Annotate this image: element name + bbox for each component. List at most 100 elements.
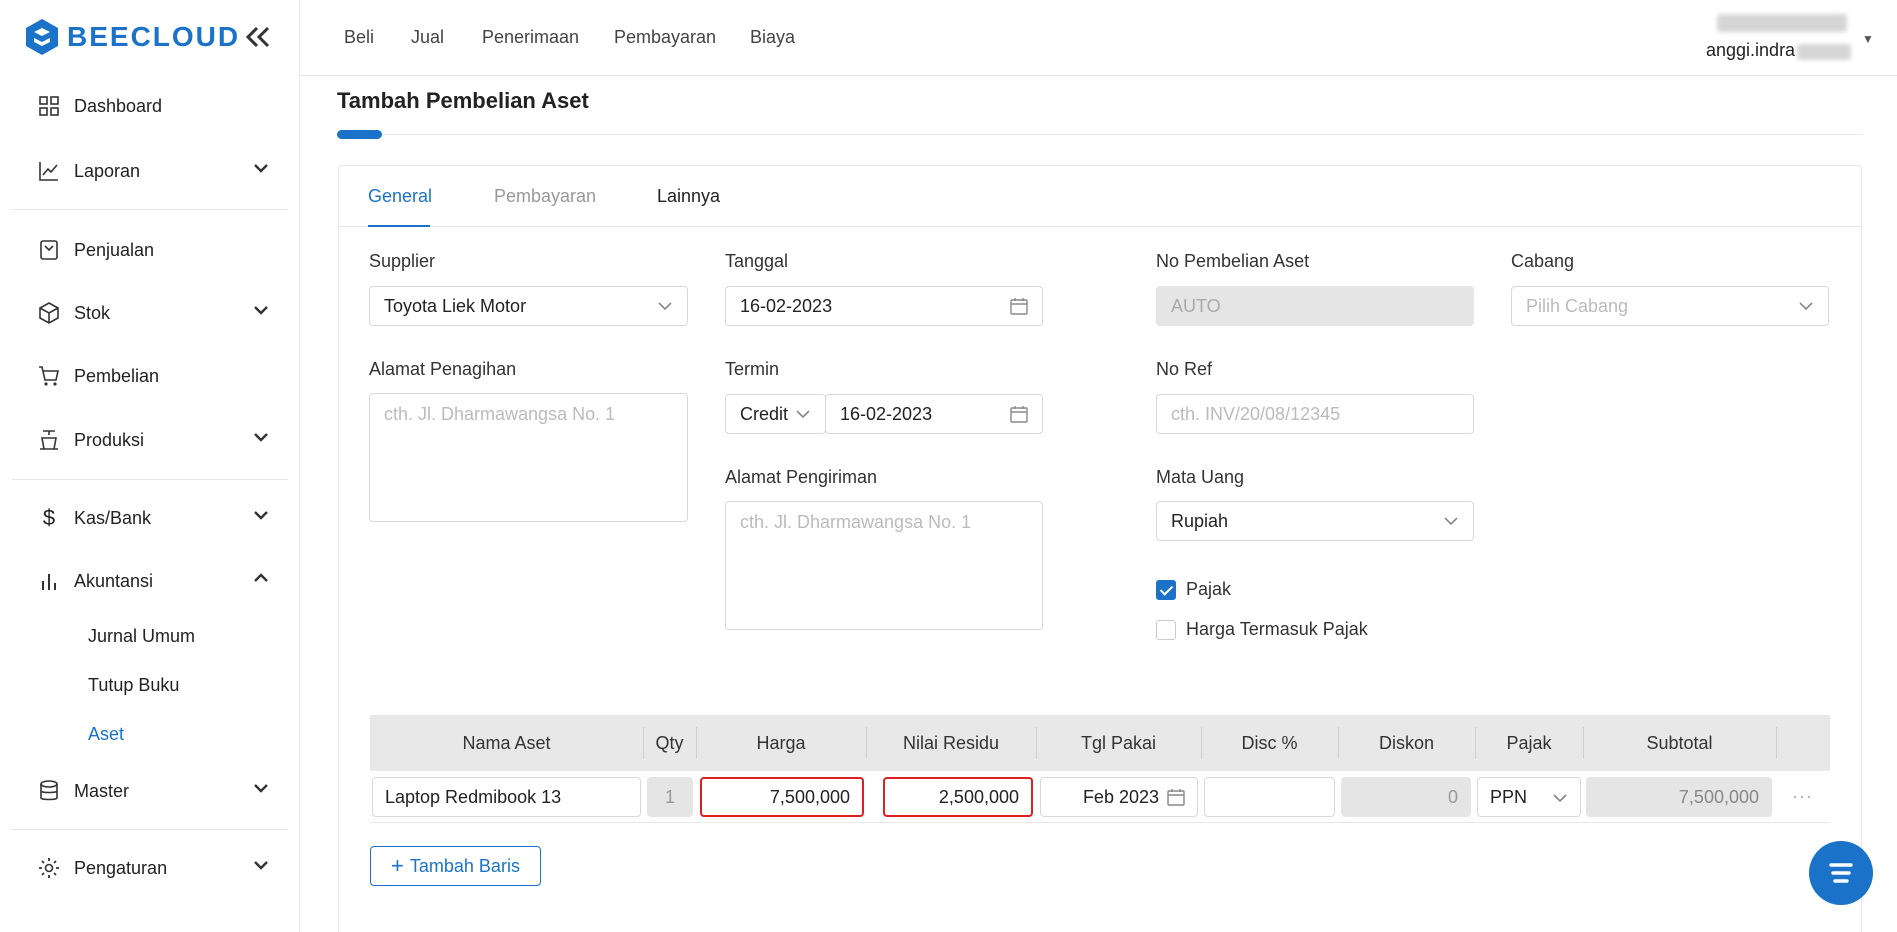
- sidebar-item-produksi[interactable]: Produksi: [38, 425, 268, 455]
- mata-uang-select[interactable]: Rupiah: [1156, 501, 1474, 541]
- topnav-penerimaan[interactable]: Penerimaan: [482, 27, 579, 48]
- header-separator: [866, 727, 867, 759]
- termin-type-value: Credit: [740, 403, 789, 424]
- user-company-redacted: [1717, 14, 1847, 32]
- termin-date-value: 16-02-2023: [840, 403, 933, 424]
- topnav-beli[interactable]: Beli: [344, 27, 374, 48]
- tab-general[interactable]: General: [368, 186, 432, 207]
- column-header-disc-pct: Disc %: [1201, 715, 1338, 771]
- supplier-select[interactable]: Toyota Liek Motor: [369, 286, 688, 326]
- sidebar-item-pengaturan[interactable]: Pengaturan: [38, 853, 268, 883]
- row-nama-aset-input[interactable]: Laptop Redmibook 13: [372, 777, 641, 817]
- sidebar-item-pembelian[interactable]: Pembelian: [38, 361, 268, 391]
- sidebar-divider: [12, 829, 288, 830]
- sidebar-item-label: Kas/Bank: [74, 507, 152, 528]
- row-subtotal-value: 7,500,000: [1586, 777, 1772, 817]
- chevron-down-icon: [1444, 517, 1458, 526]
- alamat-pengiriman-label: Alamat Pengiriman: [725, 467, 878, 487]
- no-pembelian-input: AUTO: [1156, 286, 1474, 326]
- sidebar-item-akuntansi[interactable]: Akuntansi: [38, 566, 268, 596]
- gear-icon: [38, 857, 60, 879]
- bar-chart-icon: [38, 570, 60, 592]
- sidebar-divider: [12, 479, 288, 480]
- row-qty-input: 1: [647, 777, 693, 817]
- column-header-subtotal: Subtotal: [1583, 715, 1776, 771]
- tab-lainnya[interactable]: Lainnya: [657, 186, 720, 207]
- cabang-select[interactable]: Pilih Cabang: [1511, 286, 1829, 326]
- column-header-nilai-residu: Nilai Residu: [866, 715, 1036, 771]
- plus-icon: +: [391, 853, 404, 878]
- sidebar-item-label: Master: [74, 780, 130, 801]
- row-pajak-select[interactable]: PPN: [1477, 777, 1581, 817]
- header-separator: [1583, 727, 1584, 759]
- sidebar-item-master[interactable]: Master: [38, 776, 268, 806]
- column-header-pajak: Pajak: [1475, 715, 1583, 771]
- alamat-penagihan-label: Alamat Penagihan: [369, 359, 517, 379]
- calendar-icon: [1010, 298, 1028, 315]
- mata-uang-value: Rupiah: [1171, 510, 1229, 531]
- row-more-icon[interactable]: ···: [1792, 786, 1813, 807]
- row-nilai-residu-input[interactable]: 2,500,000: [883, 777, 1033, 817]
- topnav-biaya[interactable]: Biaya: [750, 27, 795, 48]
- topnav-pembayaran[interactable]: Pembayaran: [614, 27, 716, 48]
- header-separator: [696, 727, 697, 759]
- sidebar-subitem-tutup-buku[interactable]: Tutup Buku: [88, 675, 179, 696]
- chevron-up-icon: [254, 573, 268, 582]
- supplier-value: Toyota Liek Motor: [384, 295, 527, 316]
- column-header-harga: Harga: [696, 715, 866, 771]
- termin-type-select[interactable]: Credit: [725, 394, 826, 434]
- row-divider: [370, 822, 1830, 823]
- chart-line-icon: [38, 160, 60, 182]
- database-icon: [38, 780, 60, 802]
- user-email[interactable]: anggi.indra: [1706, 40, 1795, 61]
- header-separator: [1776, 727, 1777, 759]
- sidebar-item-label: Laporan: [74, 160, 141, 181]
- header-separator: [1201, 727, 1202, 759]
- sidebar-item-kas-bank[interactable]: $ Kas/Bank: [38, 503, 268, 533]
- dashboard-icon: [38, 95, 60, 117]
- chat-icon: [1829, 863, 1853, 883]
- chevron-down-icon: [254, 511, 268, 520]
- pajak-checkbox[interactable]: [1156, 580, 1176, 600]
- cart-icon: [38, 365, 60, 387]
- production-icon: [38, 429, 60, 451]
- termin-label: Termin: [725, 359, 780, 379]
- chat-support-button[interactable]: [1809, 841, 1873, 905]
- sidebar-subitem-jurnal-umum[interactable]: Jurnal Umum: [88, 626, 195, 647]
- termin-date-input[interactable]: 16-02-2023: [825, 394, 1043, 434]
- sidebar-divider: [12, 209, 288, 210]
- cabang-label: Cabang: [1511, 251, 1575, 271]
- chevron-down-icon: [796, 410, 810, 419]
- sidebar-item-stok[interactable]: Stok: [38, 298, 268, 328]
- collapse-sidebar-icon[interactable]: [245, 24, 271, 55]
- row-harga-input[interactable]: 7,500,000: [700, 777, 864, 817]
- user-menu-caret-icon[interactable]: ▼: [1862, 32, 1874, 46]
- topnav-jual[interactable]: Jual: [411, 27, 444, 48]
- beecloud-logo-icon: [26, 19, 58, 55]
- row-diskon-input: 0: [1341, 777, 1471, 817]
- sidebar-item-penjualan[interactable]: Penjualan: [38, 235, 268, 265]
- tanggal-date-input[interactable]: 16-02-2023: [725, 286, 1043, 326]
- add-row-label: Tambah Baris: [409, 855, 520, 876]
- alamat-pengiriman-textarea[interactable]: cth. Jl. Dharmawangsa No. 1: [725, 501, 1043, 630]
- sidebar-subitem-aset[interactable]: Aset: [88, 724, 124, 745]
- sidebar-item-dashboard[interactable]: Dashboard: [38, 91, 268, 121]
- row-disc-pct-input[interactable]: [1204, 777, 1335, 817]
- active-tab-indicator: [368, 225, 430, 227]
- no-ref-input[interactable]: cth. INV/20/08/12345: [1156, 394, 1474, 434]
- column-header-actions: [1776, 715, 1830, 771]
- title-divider: [337, 134, 1863, 135]
- alamat-penagihan-textarea[interactable]: cth. Jl. Dharmawangsa No. 1: [369, 393, 688, 522]
- row-tgl-pakai-input[interactable]: Feb 2023: [1040, 777, 1198, 817]
- title-accent-bar: [337, 130, 382, 139]
- add-row-button[interactable]: + Tambah Baris: [370, 846, 541, 886]
- pajak-label: Pajak: [1186, 579, 1232, 599]
- chevron-down-icon: [254, 784, 268, 793]
- tab-pembayaran[interactable]: Pembayaran: [494, 186, 596, 207]
- box-icon: [38, 302, 60, 324]
- chevron-down-icon: [1799, 302, 1813, 311]
- supplier-label: Supplier: [369, 251, 436, 271]
- logo[interactable]: BEECLOUD: [25, 18, 240, 56]
- harga-termasuk-pajak-checkbox[interactable]: [1156, 620, 1176, 640]
- sidebar-item-laporan[interactable]: Laporan: [38, 156, 268, 186]
